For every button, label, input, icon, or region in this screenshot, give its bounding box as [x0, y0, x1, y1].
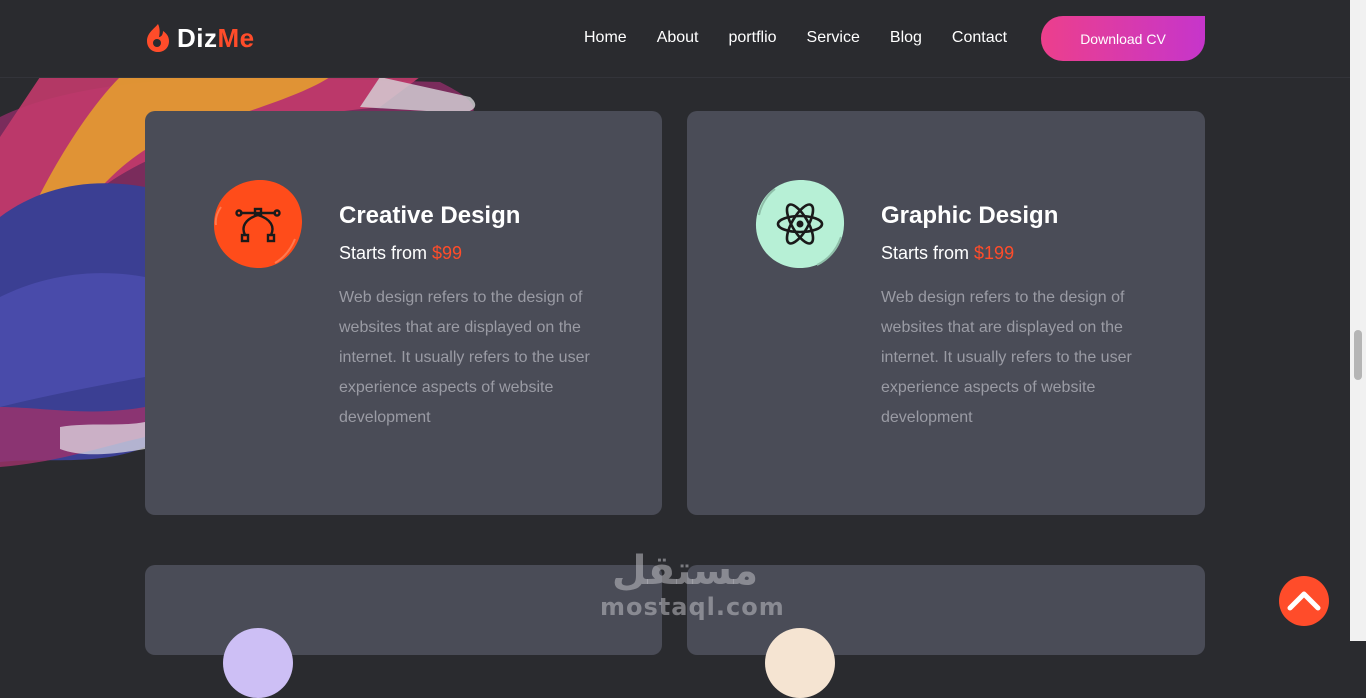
chevron-up-icon [1287, 591, 1321, 611]
page-scrollbar[interactable] [1350, 0, 1366, 641]
price-amount: $199 [974, 243, 1015, 263]
download-cv-button[interactable]: Download CV [1041, 16, 1205, 61]
card-description: Web design refers to the design of websi… [339, 289, 590, 426]
nav-contact[interactable]: Contact [952, 28, 1007, 48]
service-card [687, 565, 1205, 698]
nav-service[interactable]: Service [807, 28, 860, 48]
price-prefix: Starts from [881, 243, 970, 263]
service-card [145, 565, 662, 698]
site-header: DizMe Home About portflio Service Blog C… [0, 0, 1350, 78]
nav-blog[interactable]: Blog [890, 28, 922, 48]
main-nav: Home About portflio Service Blog Contact [584, 28, 1007, 48]
service-icon-partial [765, 628, 835, 698]
logo[interactable]: DizMe [145, 20, 255, 56]
price-prefix: Starts from [339, 243, 428, 263]
logo-text: DizMe [177, 23, 255, 54]
card-price: Starts from $199 [881, 243, 1014, 264]
service-card: Graphic Design Starts from $199 Web desi… [687, 111, 1205, 515]
service-card: Creative Design Starts from $99 Web desi… [145, 111, 662, 515]
logo-text-part-1: Diz [177, 22, 218, 53]
card-title: Graphic Design [881, 202, 1059, 229]
nav-portfolio[interactable]: portflio [729, 28, 777, 48]
nav-home[interactable]: Home [584, 28, 627, 48]
nav-about[interactable]: About [657, 28, 699, 48]
scrollbar-thumb[interactable] [1354, 330, 1362, 380]
service-icon-partial [223, 628, 293, 698]
logo-flame-icon [147, 24, 169, 52]
card-description: Web design refers to the design of websi… [881, 289, 1132, 426]
price-amount: $99 [432, 243, 463, 263]
logo-text-part-2: Me [217, 22, 255, 53]
card-price: Starts from $99 [339, 243, 462, 264]
card-title: Creative Design [339, 202, 521, 229]
back-to-top-button[interactable] [1279, 576, 1329, 626]
atom-icon [755, 179, 845, 269]
bezier-pen-icon [213, 179, 303, 269]
